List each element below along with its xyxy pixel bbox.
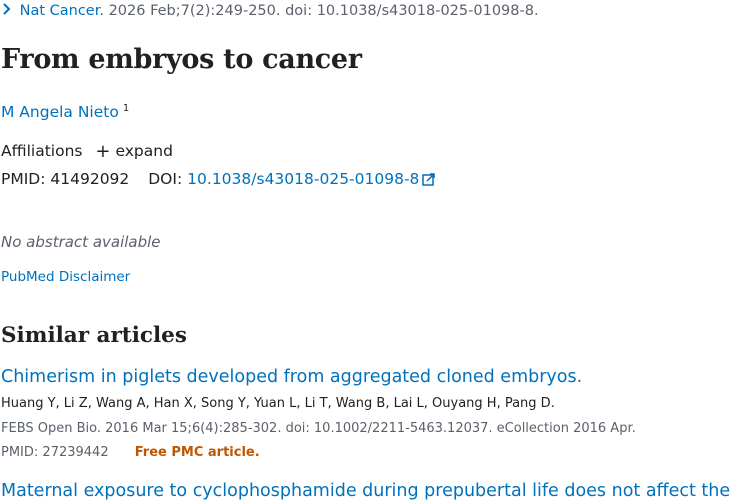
similar-article-authors: Huang Y, Li Z, Wang A, Han X, Song Y, Yu… [1,396,555,411]
similar-article-pmid: 27239442 [42,445,109,460]
similar-article-title[interactable]: Chimerism in piglets developed from aggr… [1,367,582,387]
similar-article-title[interactable]: Maternal exposure to cyclophosphamide du… [1,481,730,500]
identifiers-row: PMID: 41492092 DOI: 10.1038/s43018-025-01… [1,170,436,190]
pmid-label: PMID: [1,170,46,188]
affiliations-label: Affiliations [1,142,83,160]
citation-details: 2026 Feb;7(2):249-250. doi: 10.1038/s430… [108,3,539,19]
doi-link[interactable]: 10.1038/s43018-025-01098-8 [187,170,419,188]
citation-line: Nat Cancer. 2026 Feb;7(2):249-250. doi: … [2,3,539,19]
page-title: From embryos to cancer [1,44,362,75]
expand-affiliations-button[interactable]: + expand [95,141,173,162]
affiliation-ref[interactable]: 1 [123,103,129,114]
similar-article-citation: FEBS Open Bio. 2016 Mar 15;6(4):285-302.… [1,421,636,436]
plus-icon: + [95,141,111,162]
similar-articles-heading: Similar articles [1,323,187,348]
chevron-right-icon[interactable] [2,3,15,19]
similar-article-pmid-label: PMID: [1,445,39,460]
author-link[interactable]: M Angela Nieto [1,103,119,121]
expand-label: expand [115,142,173,160]
external-link-icon[interactable] [422,172,436,190]
pubmed-disclaimer-link[interactable]: PubMed Disclaimer [1,269,130,285]
doi-label: DOI: [148,170,183,188]
similar-article-meta: PMID: 27239442 Free PMC article. [1,445,260,460]
journal-link[interactable]: Nat Cancer. [20,3,104,19]
abstract-status: No abstract available [1,233,161,251]
author-list: M Angela Nieto 1 [1,103,129,121]
free-pmc-badge[interactable]: Free PMC article. [135,445,260,460]
pmid-value: 41492092 [50,170,130,188]
affiliations-row: Affiliations + expand [1,141,173,162]
